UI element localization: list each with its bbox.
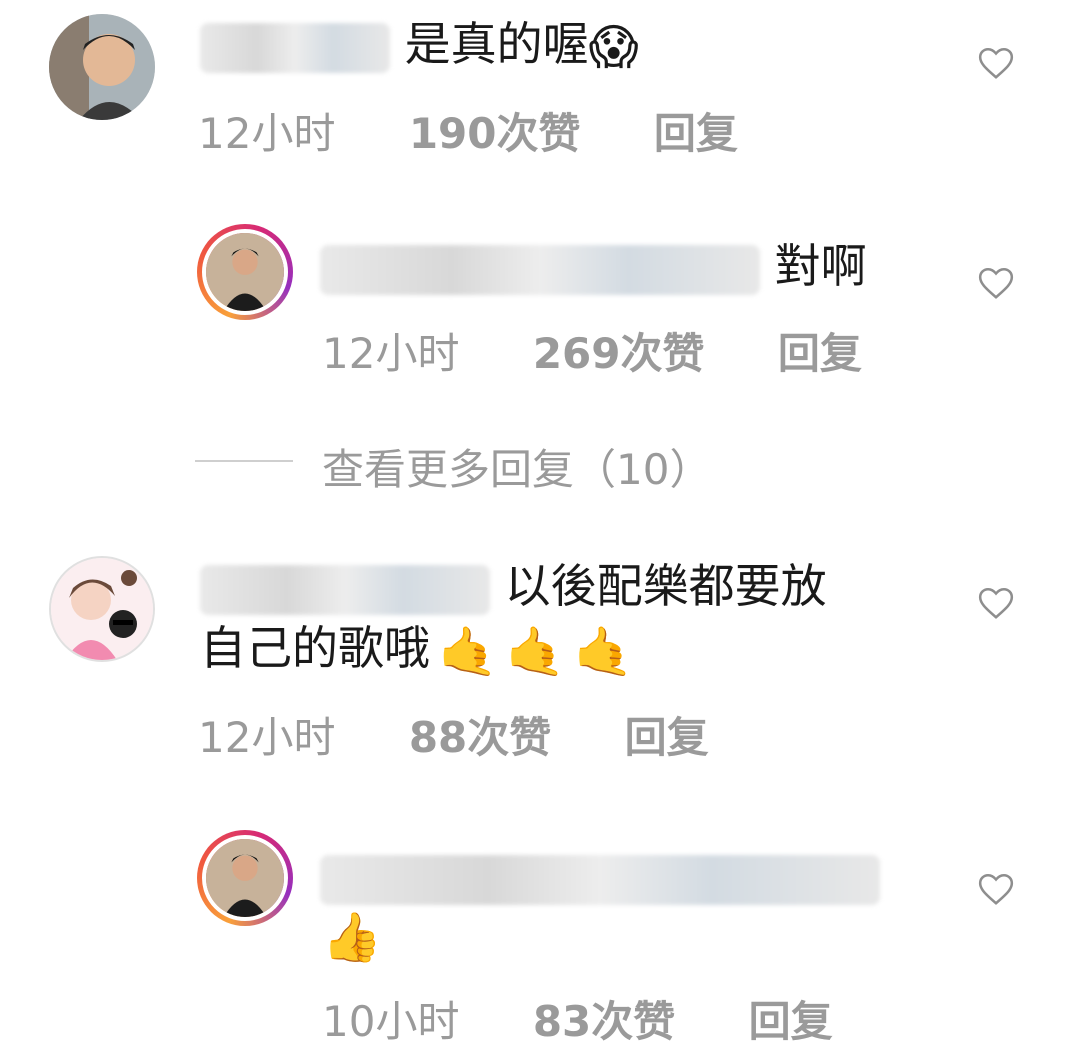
more-replies-divider	[195, 460, 293, 462]
username-blurred[interactable]	[200, 22, 390, 73]
comment-text-line-1	[320, 846, 880, 906]
comment-meta: 12小时 88次赞 回复	[198, 704, 709, 765]
avatar[interactable]	[49, 556, 155, 662]
timestamp: 10小时	[322, 997, 460, 1046]
comment-text-line-2: 👍	[322, 904, 382, 968]
scream-emoji: 😱	[588, 19, 639, 76]
timestamp: 12小时	[198, 713, 336, 762]
like-count[interactable]: 88次赞	[409, 704, 551, 765]
reply-button[interactable]: 回复	[778, 320, 862, 381]
comment-meta: 12小时 190次赞 回复	[198, 100, 738, 161]
comment-text: 對啊	[320, 236, 867, 296]
timestamp: 12小时	[322, 329, 460, 378]
username-blurred[interactable]	[320, 244, 760, 295]
like-heart-icon[interactable]	[977, 264, 1015, 302]
like-count[interactable]: 190次赞	[409, 100, 581, 161]
avatar[interactable]	[49, 14, 155, 120]
reply-button[interactable]: 回复	[654, 100, 738, 161]
like-heart-icon[interactable]	[977, 44, 1015, 82]
like-count[interactable]: 269次赞	[533, 320, 705, 381]
comment-text-line-1: 以後配樂都要放	[200, 556, 827, 616]
username-blurred[interactable]	[200, 564, 490, 615]
avatar[interactable]	[197, 830, 293, 926]
comment-text: 是真的喔😱	[200, 14, 639, 78]
comment-meta: 10小时 83次赞 回复	[322, 988, 833, 1049]
view-more-replies-button[interactable]: 查看更多回复（10）	[322, 436, 711, 497]
comment-text-line-2: 自己的歌哦 🤙🤙🤙	[200, 621, 642, 680]
comment-meta: 12小时 269次赞 回复	[322, 320, 862, 381]
call-me-hand-emoji: 🤙🤙🤙	[438, 623, 642, 680]
username-blurred[interactable]	[320, 854, 880, 905]
thumbs-up-emoji: 👍	[322, 909, 382, 966]
avatar[interactable]	[197, 224, 293, 320]
like-heart-icon[interactable]	[977, 584, 1015, 622]
like-count[interactable]: 83次赞	[533, 988, 675, 1049]
reply-button[interactable]: 回复	[625, 704, 709, 765]
like-heart-icon[interactable]	[977, 870, 1015, 908]
timestamp: 12小时	[198, 109, 336, 158]
reply-button[interactable]: 回复	[749, 988, 833, 1049]
